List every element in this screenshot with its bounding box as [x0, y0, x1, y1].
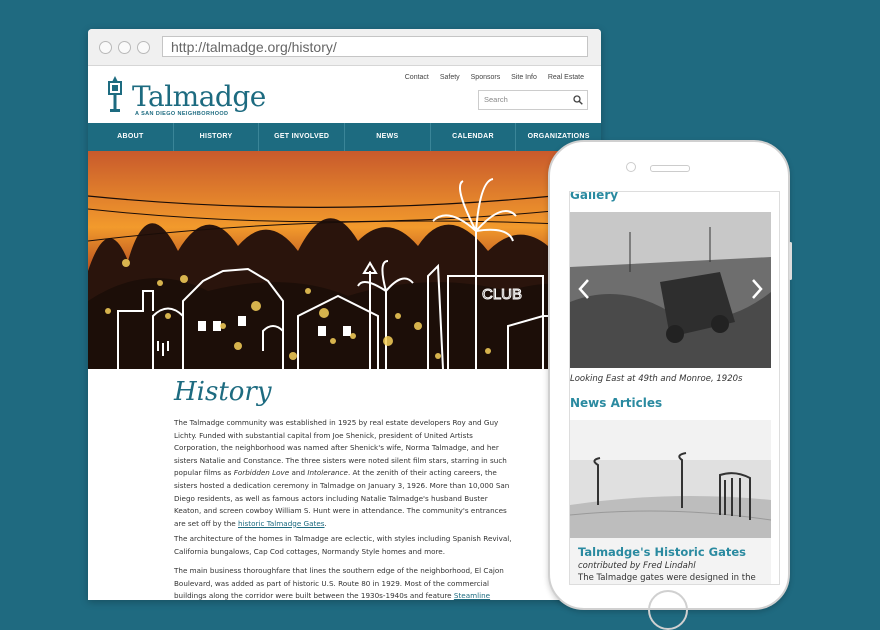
nav-item-history[interactable]: HISTORY [174, 123, 260, 151]
nav-item-about[interactable]: ABOUT [88, 123, 174, 151]
site-logo[interactable]: Talmadge [132, 80, 266, 113]
utility-link-sponsors[interactable]: Sponsors [471, 74, 501, 81]
nav-item-get-involved[interactable]: GET INVOLVED [259, 123, 346, 151]
gallery-heading: Gallery [570, 191, 619, 202]
news-article-card[interactable]: Talmadge's Historic Gates contributed by… [570, 420, 771, 584]
news-article-photo [570, 420, 771, 538]
news-article-author: contributed by Fred Lindahl [578, 561, 696, 571]
window-maximize-dot[interactable] [137, 41, 150, 54]
window-close-dot[interactable] [99, 41, 112, 54]
phone-screen: Gallery Looking East at 49th and Monroe,… [569, 191, 780, 585]
phone-camera [626, 162, 636, 172]
site-tagline: A SAN DIEGO NEIGHBORHOOD [135, 111, 229, 117]
utility-links: Contact Safety Sponsors Site Info Real E… [396, 74, 584, 81]
address-bar[interactable]: http://talmadge.org/history/ [162, 36, 588, 57]
gallery-next-arrow-icon[interactable] [751, 278, 763, 300]
phone-speaker [650, 165, 690, 172]
lamp-logo-icon [108, 76, 122, 112]
nav-item-calendar[interactable]: CALENDAR [431, 123, 517, 151]
news-articles-heading: News Articles [570, 396, 663, 410]
phone-home-button[interactable] [648, 590, 688, 630]
window-minimize-dot[interactable] [118, 41, 131, 54]
streamline-link[interactable]: Steamline [454, 591, 490, 600]
gallery-prev-arrow-icon[interactable] [578, 278, 590, 300]
historic-gates-link[interactable]: historic Talmadge Gates [238, 519, 325, 528]
hero-club-sign: CLUB [482, 286, 522, 303]
search-input[interactable]: Search [478, 90, 588, 110]
history-paragraph-1: The Talmadge community was established i… [174, 418, 510, 528]
news-article-excerpt: The Talmadge gates were designed in the [578, 573, 756, 583]
main-nav: ABOUT HISTORY GET INVOLVED NEWS CALENDAR… [88, 123, 601, 151]
utility-link-safety[interactable]: Safety [440, 74, 460, 81]
gallery-photo [570, 212, 771, 368]
utility-link-real-estate[interactable]: Real Estate [548, 74, 584, 81]
phone-side-button [789, 242, 792, 280]
page-title: History [174, 377, 272, 407]
gallery-caption: Looking East at 49th and Monroe, 1920s [570, 374, 743, 384]
browser-window: http://talmadge.org/history/ Talmadge A … [88, 29, 601, 600]
search-icon[interactable] [573, 95, 583, 105]
history-paragraph-2: The architecture of the homes in Talmadg… [174, 534, 512, 556]
browser-toolbar: http://talmadge.org/history/ [88, 29, 601, 66]
hero-illustration: CLUB [88, 151, 601, 369]
nav-item-news[interactable]: NEWS [345, 123, 431, 151]
search-placeholder: Search [484, 95, 508, 104]
main-content: History The Talmadge community was estab… [88, 369, 601, 600]
site-header: Talmadge A SAN DIEGO NEIGHBORHOOD Contac… [88, 66, 601, 124]
history-paragraph-3: The main business thoroughfare that line… [174, 566, 504, 600]
news-article-title[interactable]: Talmadge's Historic Gates [578, 545, 746, 559]
utility-link-contact[interactable]: Contact [405, 74, 429, 81]
utility-link-site-info[interactable]: Site Info [511, 74, 537, 81]
